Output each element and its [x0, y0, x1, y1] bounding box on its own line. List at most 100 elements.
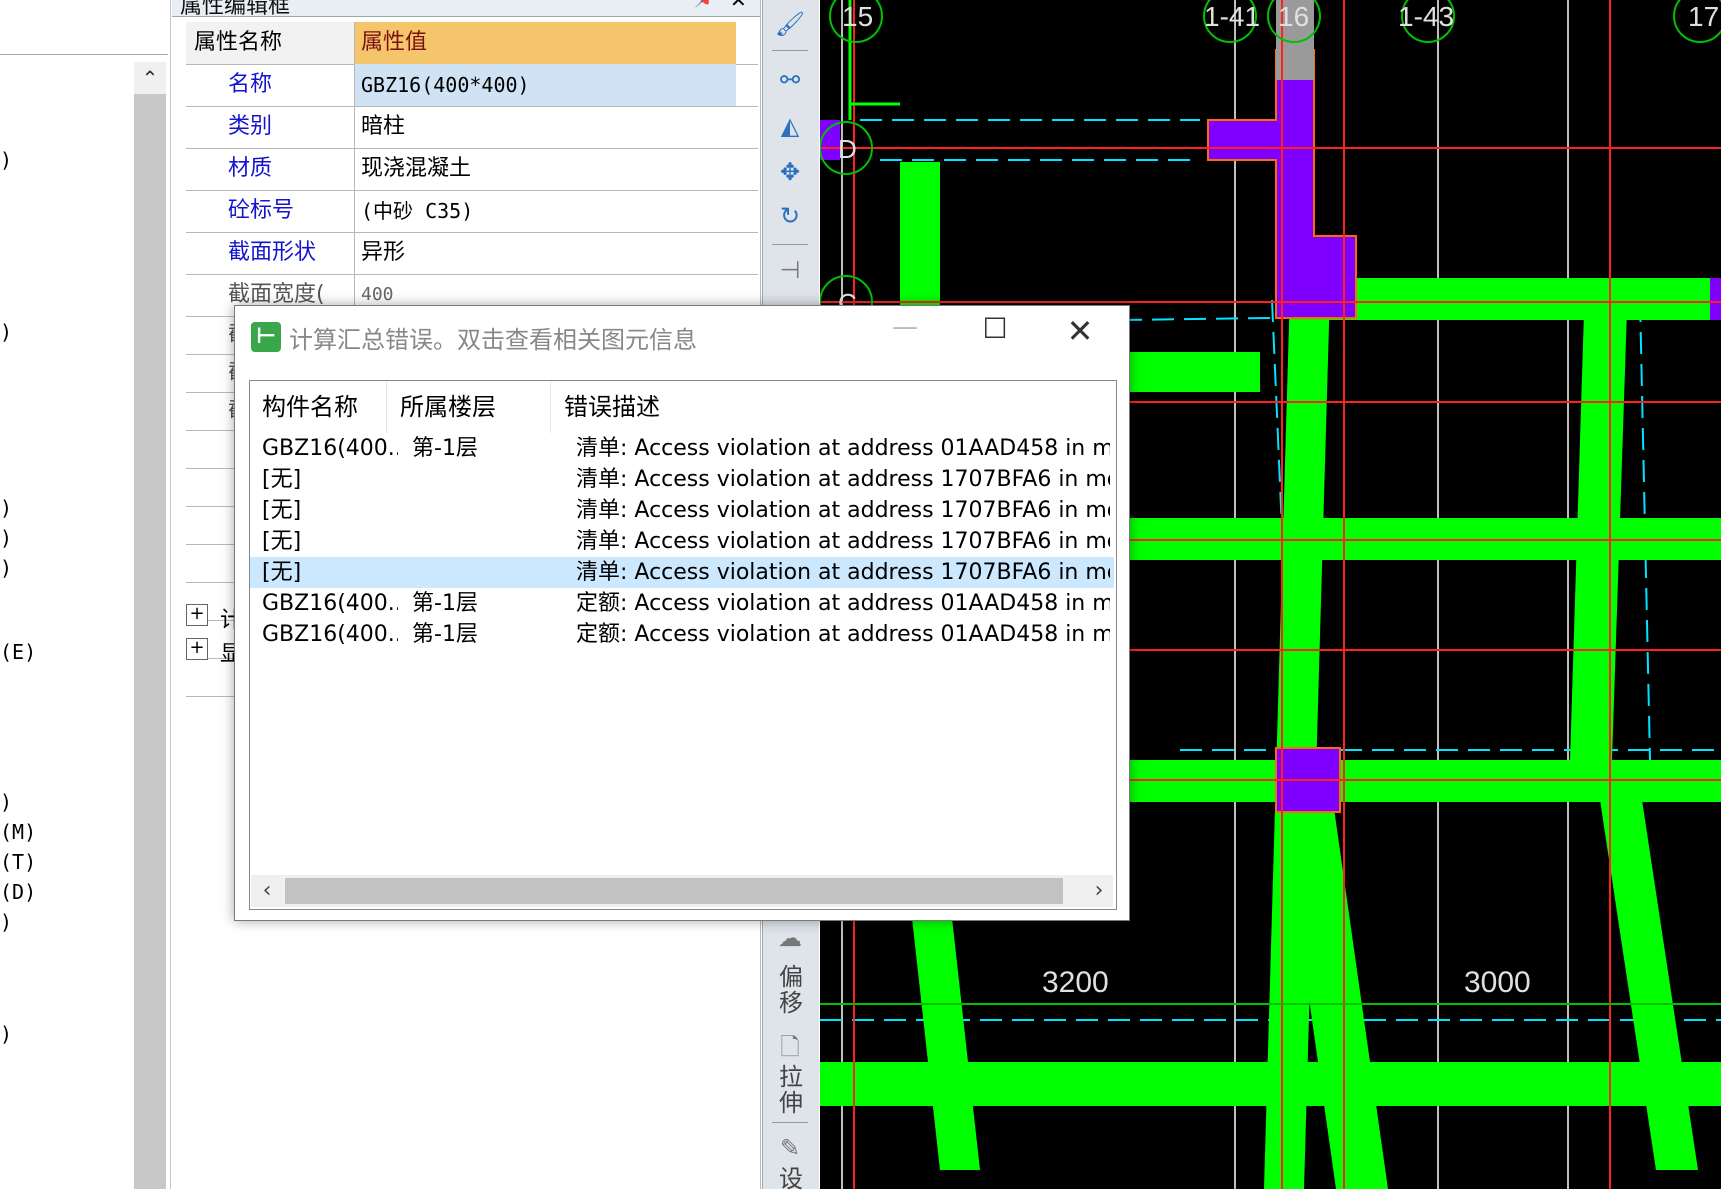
error-cell-component: [无] — [262, 529, 302, 554]
horizontal-scrollbar[interactable]: ‹ › — [251, 875, 1113, 907]
set-button[interactable]: 设 — [776, 1166, 806, 1192]
tree-search-box[interactable] — [0, 0, 168, 55]
stretch-button[interactable]: 拉伸 — [776, 1064, 806, 1116]
property-row[interactable]: 截面形状 异形 — [186, 232, 758, 275]
error-cell-floor: 第-1层 — [412, 591, 478, 616]
error-cell-error: 清单: Access violation at address 1707BFA6… — [576, 529, 1110, 554]
axis-label: 17 — [1688, 1, 1719, 32]
maximize-icon[interactable]: ☐ — [965, 312, 1025, 352]
column[interactable] — [820, 120, 840, 160]
tree-item-label[interactable]: ) — [0, 790, 12, 814]
error-cell-floor — [412, 495, 572, 526]
toolbar-divider — [772, 244, 808, 245]
error-cell-component: GBZ16(400... — [262, 436, 398, 461]
beam[interactable] — [1600, 800, 1698, 1170]
error-cell-component: GBZ16(400... — [262, 622, 398, 647]
axis-label: 1-41 — [1204, 1, 1260, 32]
error-cell-error: 清单: Access violation at address 01AAD458… — [576, 436, 1110, 461]
link-icon[interactable]: ⚯ — [770, 66, 810, 96]
move-icon[interactable]: ✥ — [770, 158, 810, 188]
error-dialog: ⊢ 计算汇总错误。双击查看相关图元信息 — ☐ ✕ 构件名称 所属楼层 错误描述… — [234, 305, 1130, 921]
tree-item-label[interactable]: ) — [0, 526, 12, 550]
property-value[interactable]: GBZ16(400*400) — [355, 64, 736, 106]
tree-item-label[interactable]: ) — [0, 148, 12, 172]
tree-item-label[interactable]: (T) — [0, 850, 36, 874]
property-name: 名称 — [186, 64, 355, 106]
property-row[interactable]: 砼标号 (中砂 C35) — [186, 190, 758, 233]
column-header-floor[interactable]: 所属楼层 — [388, 381, 551, 433]
property-row[interactable]: 类别 暗柱 — [186, 106, 758, 149]
error-row[interactable]: GBZ16(400... 第-1层 定额: Access violation at … — [250, 588, 1114, 619]
beam[interactable] — [1320, 278, 1721, 320]
error-row[interactable]: [无] 清单: Access violation at address 1707B… — [250, 464, 1114, 495]
error-row[interactable]: [无] 清单: Access violation at address 1707B… — [250, 526, 1114, 557]
error-cell-component: [无] — [262, 467, 302, 492]
error-cell-component: [无] — [262, 560, 302, 585]
error-cell-component: GBZ16(400... — [262, 591, 398, 616]
property-row[interactable]: 材质 现浇混凝土 — [186, 148, 758, 191]
error-cell-error: 定额: Access violation at address 01AAD458… — [576, 591, 1110, 616]
property-row[interactable]: 名称 GBZ16(400*400) — [186, 64, 758, 107]
pencil-icon[interactable]: ✎ — [770, 1134, 810, 1164]
beam[interactable] — [820, 1062, 1721, 1106]
tree-item-label[interactable]: ) — [0, 320, 12, 344]
tree-item-label[interactable]: (D) — [0, 880, 36, 904]
cloud-icon[interactable]: ☁ — [770, 924, 810, 954]
beam[interactable] — [910, 900, 980, 1170]
rotate-icon[interactable]: ↻ — [770, 202, 810, 232]
close-icon[interactable]: ✕ — [1045, 312, 1115, 352]
tree-item-label[interactable]: ) — [0, 1022, 12, 1046]
toolbar-divider — [772, 50, 808, 51]
tree-item-label[interactable]: ) — [0, 496, 12, 520]
pin-icon[interactable]: 📌 — [694, 0, 716, 9]
axis-label: 16 — [1278, 1, 1309, 32]
expand-icon[interactable]: + — [186, 604, 208, 626]
tree-vertical-scrollbar[interactable] — [134, 62, 166, 1189]
toolbar-divider — [772, 1122, 808, 1123]
property-name: 类别 — [186, 106, 355, 148]
column[interactable] — [1710, 278, 1721, 320]
property-name-header: 属性名称 — [186, 22, 355, 64]
column-header-component[interactable]: 构件名称 — [250, 381, 387, 433]
scroll-up-icon[interactable]: ⌃ — [134, 62, 166, 94]
property-value[interactable]: (中砂 C35) — [355, 190, 736, 232]
tree-item-label[interactable]: ) — [0, 556, 12, 580]
error-row[interactable]: GBZ16(400... 第-1层 清单: Access violation at … — [250, 433, 1114, 464]
beam[interactable] — [900, 162, 940, 307]
scroll-left-icon[interactable]: ‹ — [251, 875, 283, 907]
property-value[interactable]: 暗柱 — [355, 106, 736, 148]
property-name: 材质 — [186, 148, 355, 190]
tree-item-label[interactable]: (M) — [0, 820, 36, 844]
error-cell-floor: 第-1层 — [412, 622, 478, 647]
offset-button[interactable]: 偏移 — [776, 964, 806, 1016]
dimension-label: 3200 — [1042, 966, 1109, 999]
expand-icon[interactable]: + — [186, 638, 208, 660]
property-name: 截面形状 — [186, 232, 355, 274]
error-cell-floor — [412, 526, 572, 557]
property-value[interactable]: 异形 — [355, 232, 736, 274]
scroll-right-icon[interactable]: › — [1083, 875, 1115, 907]
minimize-icon[interactable]: — — [875, 312, 935, 352]
close-icon[interactable]: ✕ — [730, 0, 747, 12]
error-row[interactable]: [无] 清单: Access violation at address 1707B… — [250, 557, 1114, 588]
column-header-error[interactable]: 错误描述 — [552, 381, 1104, 433]
error-list[interactable]: 构件名称 所属楼层 错误描述 GBZ16(400... 第-1层 清单: Acces… — [249, 380, 1117, 910]
brush-icon[interactable]: 🖌 — [770, 10, 810, 40]
extend-icon[interactable]: ⊣ — [770, 256, 810, 286]
property-value[interactable]: 现浇混凝土 — [355, 148, 736, 190]
error-cell-error: 清单: Access violation at address 1707BFA6… — [576, 467, 1110, 492]
page-icon[interactable]: 🗋 — [770, 1030, 810, 1061]
error-cell-component: [无] — [262, 498, 302, 523]
error-row[interactable]: GBZ16(400... 第-1层 定额: Access violation at … — [250, 619, 1114, 650]
mirror-icon[interactable]: ◭ — [770, 112, 810, 142]
tree-item-label[interactable]: (E) — [0, 640, 36, 664]
error-row[interactable]: [无] 清单: Access violation at address 1707B… — [250, 495, 1114, 526]
property-panel-title: 属性编辑框 — [180, 0, 291, 19]
error-cell-floor: 第-1层 — [412, 436, 478, 461]
tree-item-label[interactable]: ) — [0, 910, 12, 934]
axis-row-label: D — [838, 134, 857, 164]
scrollbar-thumb[interactable] — [285, 878, 1063, 904]
property-header-row: 属性名称 属性值 — [186, 22, 758, 65]
glodon-app-icon: ⊢ — [251, 322, 281, 352]
error-cell-floor — [412, 464, 572, 495]
